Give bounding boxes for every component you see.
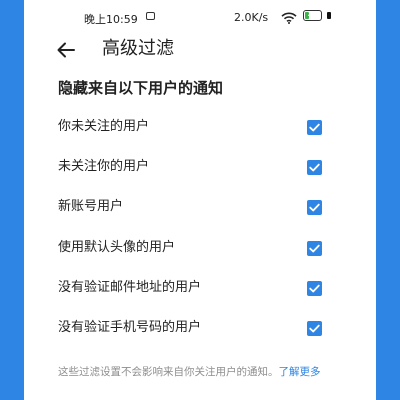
camera-icon: [146, 12, 155, 20]
learn-more-link[interactable]: 了解更多: [279, 366, 321, 378]
left-edge: [0, 0, 24, 400]
phone-screen: 晚上10:59 2.0K/s 29 高级过滤 隐藏来自以下用户的通知 你未关注的…: [24, 0, 376, 400]
filter-checkbox[interactable]: [307, 200, 322, 216]
filter-label: 你未关注的用户: [58, 119, 150, 134]
filter-row[interactable]: 没有验证手机号码的用户: [24, 309, 376, 349]
network-speed: 2.0K/s: [234, 11, 269, 24]
status-time: 晚上10:59: [84, 13, 138, 26]
back-button[interactable]: [54, 38, 78, 62]
arrow-left-icon: [57, 42, 75, 58]
filter-row[interactable]: 未关注你的用户: [24, 148, 376, 188]
filter-label: 没有验证邮件地址的用户: [58, 279, 202, 295]
checkmark-icon: [309, 123, 320, 132]
filter-checkbox[interactable]: [307, 160, 322, 176]
filter-label: 新账号用户: [58, 199, 124, 215]
filter-checkbox[interactable]: [307, 321, 322, 336]
filter-row[interactable]: 你未关注的用户: [24, 108, 376, 148]
footer-text: 这些过滤设置不会影响来自你关注用户的通知。: [58, 366, 279, 378]
checkmark-icon: [309, 204, 320, 212]
battery-icon: 29: [303, 10, 322, 21]
status-bar: 晚上10:59 2.0K/s 29: [24, 0, 376, 34]
filter-label: 使用默认头像的用户: [58, 239, 176, 255]
right-edge: [376, 0, 400, 400]
checkmark-icon: [309, 244, 320, 252]
filter-row[interactable]: 使用默认头像的用户: [24, 229, 376, 269]
filter-row[interactable]: 新账号用户: [24, 188, 376, 228]
filter-checkbox[interactable]: [307, 120, 322, 135]
page-title: 高级过滤: [102, 38, 174, 59]
filter-label: 没有验证手机号码的用户: [58, 320, 202, 335]
filter-row[interactable]: 没有验证邮件地址的用户: [24, 269, 376, 309]
battery-percent: 29: [307, 10, 318, 18]
filter-checkbox[interactable]: [307, 240, 322, 256]
section-title: 隐藏来自以下用户的通知: [58, 79, 224, 97]
notification-dot-icon: [327, 12, 331, 19]
wifi-icon: [281, 9, 297, 28]
filter-label: 未关注你的用户: [58, 159, 150, 175]
checkmark-icon: [309, 324, 320, 333]
footer-note: 这些过滤设置不会影响来自你关注用户的通知。了解更多: [58, 364, 321, 380]
checkmark-icon: [309, 163, 320, 172]
checkmark-icon: [309, 284, 320, 293]
filter-checkbox[interactable]: [307, 280, 322, 296]
